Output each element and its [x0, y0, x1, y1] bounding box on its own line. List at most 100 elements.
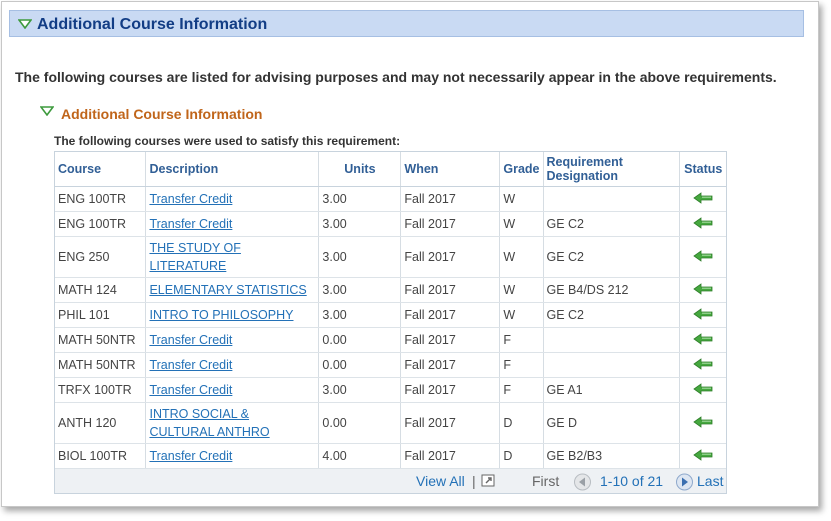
course-cell: BIOL 100TR [55, 443, 147, 469]
status-arrow-icon [693, 249, 713, 265]
grade-cell: W [499, 236, 544, 278]
grade-cell: D [499, 443, 544, 469]
units-cell: 3.00 [318, 377, 402, 403]
table-row: TRFX 100TR Transfer Credit 3.00 Fall 2017 F G… [55, 377, 726, 403]
next-page-icon[interactable] [675, 473, 694, 491]
when-cell: Fall 2017 [400, 186, 501, 212]
course-description-link[interactable]: INTRO TO PHILOSOPHY [149, 308, 293, 322]
subsection-title[interactable]: Additional Course Information [61, 106, 262, 122]
view-all-link[interactable]: View All [416, 473, 465, 489]
description-cell: Transfer Credit [145, 377, 320, 403]
status-arrow-icon [693, 307, 713, 323]
status-cell [679, 211, 726, 237]
status-cell [679, 277, 726, 303]
table-row: ANTH 120 INTRO SOCIAL & CULTURAL ANTHRO 0.0… [55, 402, 726, 444]
requirement-designation-cell: GE D [543, 402, 681, 444]
status-cell [679, 236, 726, 278]
requirement-designation-cell [543, 327, 681, 353]
course-cell: PHIL 101 [55, 302, 147, 328]
col-when: When [400, 152, 501, 187]
course-table: Course Description Units When Grade Requ… [55, 152, 726, 469]
requirement-designation-cell: GE B4/DS 212 [543, 277, 681, 303]
zoom-grid-icon[interactable] [481, 473, 497, 488]
requirement-text: The following courses were used to satis… [54, 134, 401, 148]
col-course: Course [55, 152, 147, 187]
status-arrow-icon [693, 191, 713, 207]
table-row: BIOL 100TR Transfer Credit 4.00 Fall 2017 D G… [55, 443, 726, 469]
advising-note: The following courses are listed for adv… [15, 69, 777, 85]
status-arrow-icon [693, 382, 713, 398]
grade-cell: W [499, 302, 544, 328]
table-row: PHIL 101 INTRO TO PHILOSOPHY 3.00 Fall 2017… [55, 302, 726, 328]
when-cell: Fall 2017 [400, 211, 501, 237]
course-cell: ENG 250 [55, 236, 147, 278]
page-range: 1-10 of 21 [600, 473, 664, 489]
units-cell: 3.00 [318, 211, 402, 237]
table-row: MATH 50NTR Transfer Credit 0.00 Fall 2017 F [55, 352, 726, 378]
when-cell: Fall 2017 [400, 302, 501, 328]
status-cell [679, 443, 726, 469]
table-row: ENG 100TR Transfer Credit 3.00 Fall 2017 W [55, 186, 726, 212]
status-cell [679, 327, 726, 353]
course-description-link[interactable]: Transfer Credit [149, 358, 232, 372]
course-grid: Course Description Units When Grade Requ… [54, 151, 727, 494]
course-description-link[interactable]: Transfer Credit [149, 449, 232, 463]
col-description: Description [145, 152, 320, 187]
col-grade: Grade [499, 152, 544, 187]
status-cell [679, 402, 726, 444]
course-cell: MATH 124 [55, 277, 147, 303]
when-cell: Fall 2017 [400, 377, 501, 403]
when-cell: Fall 2017 [400, 277, 501, 303]
table-row: ENG 100TR Transfer Credit 3.00 Fall 2017 W GE… [55, 211, 726, 237]
nav-separator: | [472, 473, 476, 489]
description-cell: Transfer Credit [145, 352, 320, 378]
description-cell: Transfer Credit [145, 327, 320, 353]
course-description-link[interactable]: Transfer Credit [149, 383, 232, 397]
description-cell: ELEMENTARY STATISTICS [145, 277, 320, 303]
col-status: Status [679, 152, 726, 187]
status-arrow-icon [693, 332, 713, 348]
grid-navigation: View All | First 1-10 of 21 Last [55, 469, 726, 493]
course-cell: TRFX 100TR [55, 377, 147, 403]
collapse-triangle-icon[interactable] [18, 19, 32, 29]
course-cell: ENG 100TR [55, 211, 147, 237]
grade-cell: D [499, 402, 544, 444]
course-cell: MATH 50NTR [55, 352, 147, 378]
table-row: MATH 124 ELEMENTARY STATISTICS 3.00 Fall 20… [55, 277, 726, 303]
grade-cell: W [499, 186, 544, 212]
course-description-link[interactable]: ELEMENTARY STATISTICS [149, 283, 306, 297]
section-header[interactable]: Additional Course Information [9, 10, 804, 37]
course-description-link[interactable]: Transfer Credit [149, 333, 232, 347]
table-header-row: Course Description Units When Grade Requ… [55, 152, 726, 187]
grade-cell: W [499, 277, 544, 303]
status-cell [679, 302, 726, 328]
units-cell: 0.00 [318, 402, 402, 444]
course-description-link[interactable]: Transfer Credit [149, 192, 232, 206]
requirement-designation-cell: GE C2 [543, 211, 681, 237]
course-description-link[interactable]: Transfer Credit [149, 217, 232, 231]
table-row: MATH 50NTR Transfer Credit 0.00 Fall 2017 F [55, 327, 726, 353]
units-cell: 3.00 [318, 302, 402, 328]
course-cell: ENG 100TR [55, 186, 147, 212]
collapse-triangle-icon[interactable] [40, 106, 54, 116]
units-cell: 3.00 [318, 277, 402, 303]
col-units: Units [318, 152, 402, 187]
requirement-designation-cell: GE A1 [543, 377, 681, 403]
when-cell: Fall 2017 [400, 352, 501, 378]
description-cell: Transfer Credit [145, 186, 320, 212]
status-arrow-icon [693, 282, 713, 298]
requirement-designation-cell: GE C2 [543, 302, 681, 328]
status-cell [679, 186, 726, 212]
course-cell: MATH 50NTR [55, 327, 147, 353]
description-cell: INTRO SOCIAL & CULTURAL ANTHRO [145, 402, 320, 444]
description-cell: Transfer Credit [145, 443, 320, 469]
section-title: Additional Course Information [37, 16, 268, 33]
requirement-designation-cell [543, 352, 681, 378]
when-cell: Fall 2017 [400, 402, 501, 444]
units-cell: 3.00 [318, 186, 402, 212]
status-arrow-icon [693, 216, 713, 232]
course-description-link[interactable]: INTRO SOCIAL & CULTURAL ANTHRO [149, 407, 269, 439]
last-page-link[interactable]: Last [697, 473, 723, 489]
description-cell: INTRO TO PHILOSOPHY [145, 302, 320, 328]
course-description-link[interactable]: THE STUDY OF LITERATURE [149, 241, 240, 273]
